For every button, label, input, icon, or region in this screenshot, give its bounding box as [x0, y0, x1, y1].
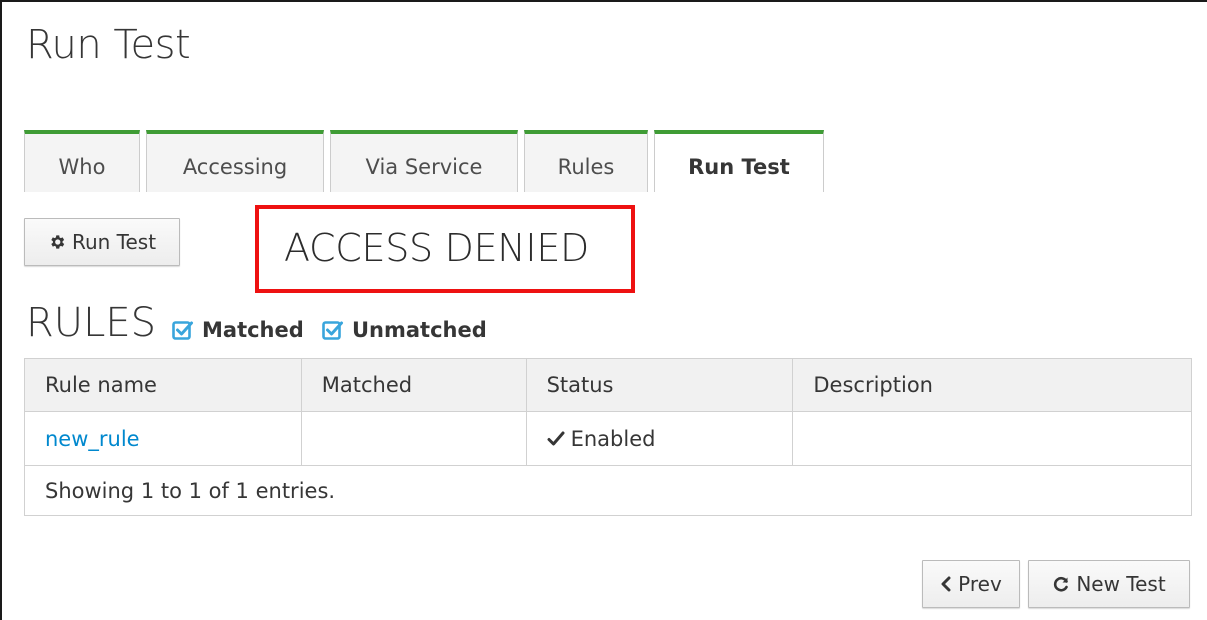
- rules-heading: RULES: [26, 300, 157, 346]
- filter-unmatched[interactable]: Unmatched: [322, 318, 487, 342]
- new-test-label: New Test: [1076, 572, 1166, 596]
- matched-cell: [300, 411, 527, 466]
- rules-table: Rule name Matched Status Description new…: [24, 358, 1192, 516]
- status-cell: Enabled: [525, 411, 794, 466]
- gear-icon: [48, 233, 66, 251]
- checkbox-checked-icon[interactable]: [172, 319, 194, 341]
- run-test-button[interactable]: Run Test: [24, 218, 180, 266]
- check-icon: [547, 431, 565, 447]
- table-row: new_rule Enabled: [24, 411, 1192, 466]
- access-result-text: ACCESS DENIED: [284, 226, 589, 270]
- column-header-description[interactable]: Description: [792, 358, 1192, 412]
- new-test-button[interactable]: New Test: [1028, 560, 1190, 608]
- chevron-left-icon: [940, 576, 952, 592]
- status-text: Enabled: [570, 426, 656, 451]
- tab-accessing[interactable]: Accessing: [146, 130, 324, 192]
- filter-matched[interactable]: Matched: [172, 318, 304, 342]
- column-header-status[interactable]: Status: [525, 358, 794, 412]
- run-test-label: Run Test: [71, 230, 157, 254]
- prev-button[interactable]: Prev: [922, 560, 1020, 608]
- tab-who[interactable]: Who: [24, 130, 140, 192]
- window-frame: [0, 0, 1207, 620]
- refresh-icon: [1052, 575, 1070, 593]
- checkbox-checked-icon[interactable]: [322, 319, 344, 341]
- tab-run-test[interactable]: Run Test: [654, 130, 824, 192]
- tab-rules[interactable]: Rules: [524, 130, 648, 192]
- page-title: Run Test: [26, 22, 191, 68]
- description-cell: [792, 411, 1192, 466]
- filter-matched-label: Matched: [202, 318, 304, 342]
- column-header-matched[interactable]: Matched: [300, 358, 527, 412]
- tab-via-service[interactable]: Via Service: [330, 130, 518, 192]
- rule-name-cell: new_rule: [24, 411, 302, 466]
- table-header-row: Rule name Matched Status Description: [24, 358, 1192, 412]
- prev-label: Prev: [958, 572, 1002, 596]
- column-header-rule-name[interactable]: Rule name: [24, 358, 302, 412]
- table-footer-row: Showing 1 to 1 of 1 entries.: [24, 465, 1192, 516]
- rule-link[interactable]: new_rule: [45, 427, 140, 451]
- filter-unmatched-label: Unmatched: [352, 318, 487, 342]
- entries-summary: Showing 1 to 1 of 1 entries.: [24, 465, 1192, 516]
